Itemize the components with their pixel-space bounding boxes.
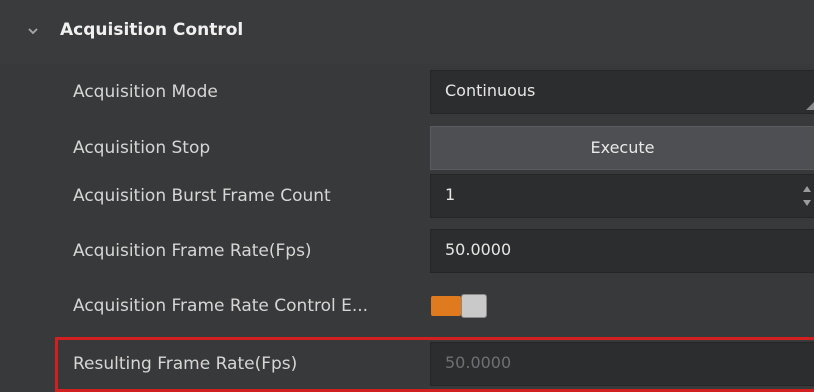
spin-up-icon[interactable] (802, 185, 812, 193)
section-title: Acquisition Control (60, 20, 244, 40)
execute-button[interactable]: Execute (430, 126, 814, 170)
highlight-box (55, 337, 814, 392)
chevron-down-icon[interactable] (27, 26, 39, 36)
section-header-acquisition-control[interactable]: Acquisition Control (0, 0, 814, 64)
burst-frame-count-stepper[interactable]: 1 (430, 174, 814, 218)
frame-rate-value: 50.0000 (445, 240, 512, 259)
row-frame-rate: Acquisition Frame Rate(Fps) 50.0000 (0, 223, 814, 279)
burst-frame-count-value: 1 (445, 185, 456, 204)
acquisition-mode-value: Continuous (445, 81, 536, 100)
row-burst-frame-count: Acquisition Burst Frame Count 1 (0, 168, 814, 224)
toggle-on-track (431, 296, 461, 316)
frame-rate-input[interactable]: 50.0000 (430, 229, 814, 273)
acquisition-mode-select[interactable]: Continuous (430, 70, 814, 114)
acquisition-mode-label: Acquisition Mode (73, 82, 218, 102)
dropdown-corner-icon (806, 102, 814, 110)
row-acquisition-mode: Acquisition Mode Continuous (0, 64, 814, 120)
frame-rate-control-toggle[interactable] (431, 293, 491, 319)
toggle-knob[interactable] (461, 294, 487, 318)
frame-rate-control-enable-label: Acquisition Frame Rate Control E... (73, 296, 369, 316)
frame-rate-label: Acquisition Frame Rate(Fps) (73, 241, 312, 261)
burst-frame-count-label: Acquisition Burst Frame Count (73, 186, 331, 206)
spin-down-icon[interactable] (802, 199, 812, 207)
row-frame-rate-control-enable: Acquisition Frame Rate Control E... (0, 278, 814, 334)
